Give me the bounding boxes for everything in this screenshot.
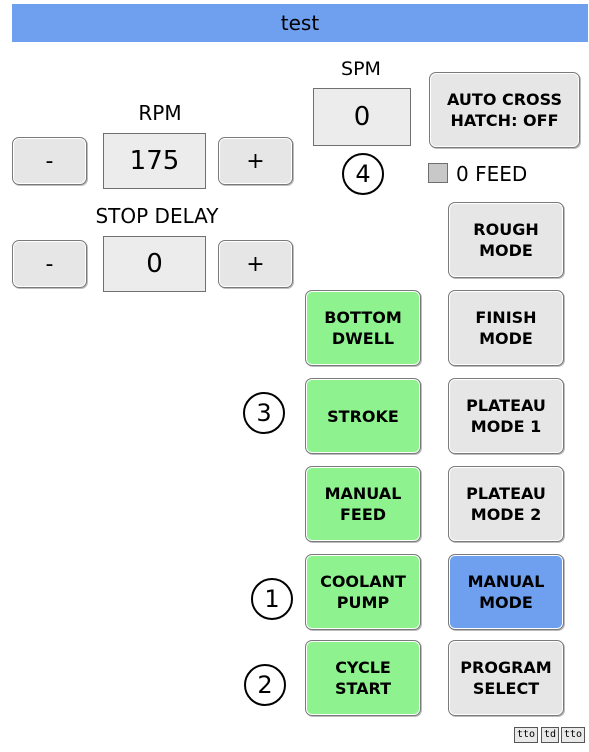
cycle-start-button[interactable]: CYCLE START [305,640,421,716]
rough-mode-button[interactable]: ROUGH MODE [448,202,564,278]
rpm-increase-button[interactable]: + [218,137,293,185]
plateau-mode-1-button[interactable]: PLATEAU MODE 1 [448,378,564,454]
manual-mode-button[interactable]: MANUAL MODE [448,554,564,630]
spm-label: SPM [341,58,381,80]
page-title: test [280,11,320,35]
spm-value-display: 0 [313,88,411,146]
bottom-dwell-button[interactable]: BOTTOM DWELL [305,290,421,366]
stop-delay-decrease-button[interactable]: - [12,240,87,288]
footer-link-td[interactable]: td [541,727,560,743]
zero-feed-label: 0 FEED [456,162,528,186]
stop-delay-value-display: 0 [103,236,206,292]
marker-3: 3 [243,392,285,434]
marker-4: 4 [342,153,384,195]
program-select-button[interactable]: PROGRAM SELECT [448,640,564,716]
manual-feed-button[interactable]: MANUAL FEED [305,466,421,542]
auto-cross-hatch-button[interactable]: AUTO CROSS HATCH: OFF [429,72,580,148]
rpm-value-display: 175 [103,133,206,189]
footer-link-tto-2[interactable]: tto [561,727,586,743]
plateau-mode-2-button[interactable]: PLATEAU MODE 2 [448,466,564,542]
zero-feed-checkbox[interactable] [428,163,448,183]
finish-mode-button[interactable]: FINISH MODE [448,290,564,366]
rpm-decrease-button[interactable]: - [12,137,87,185]
stop-delay-increase-button[interactable]: + [218,240,293,288]
marker-2: 2 [244,664,286,706]
title-bar: test [12,4,588,42]
footer-link-tto-1[interactable]: tto [514,727,539,743]
stop-delay-label: STOP DELAY [95,204,219,228]
stroke-button[interactable]: STROKE [305,378,421,454]
rpm-label: RPM [138,101,182,125]
coolant-pump-button[interactable]: COOLANT PUMP [305,554,421,630]
marker-1: 1 [251,578,293,620]
